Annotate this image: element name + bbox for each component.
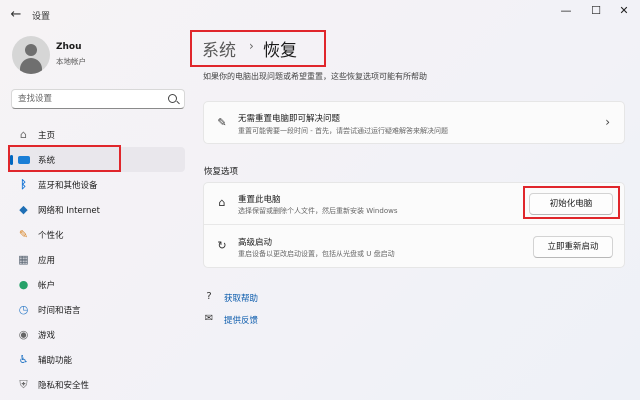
sidebar-item-privacy[interactable]: ⛨ 隐私和安全性 xyxy=(8,372,185,397)
advanced-startup-row: ↻ 高级启动 重启设备以更改启动设置，包括从光盘或 U 盘启动 立即重新启动 xyxy=(204,226,624,267)
search-icon[interactable] xyxy=(168,94,177,103)
avatar xyxy=(12,36,50,74)
avatar-head-shape xyxy=(25,44,37,56)
close-button[interactable]: ✕ xyxy=(612,4,636,18)
sidebar-nav: ⌂ 主页 系统 ᛒ 蓝牙和其他设备 ◆ 网络和 Internet ✎ 个性化 ▦… xyxy=(8,122,188,397)
reset-pc-row: ⌂ 重置此电脑 选择保留或删除个人文件，然后重新安装 Windows 初始化电脑 xyxy=(204,183,624,225)
give-feedback-link[interactable]: ✉ 提供反馈 xyxy=(203,310,363,332)
restart-icon: ↻ xyxy=(217,239,227,252)
card-subtitle: 重置可能需要一段时间 - 首先，请尝试通过运行疑难解答来解决问题 xyxy=(238,127,448,135)
page-title: 恢复 xyxy=(263,41,297,61)
sidebar-item-label: 时间和语言 xyxy=(38,306,81,316)
chevron-right-icon: › xyxy=(605,115,610,129)
option-subtitle: 重启设备以更改启动设置，包括从光盘或 U 盘启动 xyxy=(238,250,395,258)
sidebar-item-gaming[interactable]: ◉ 游戏 xyxy=(8,322,185,347)
brush-icon: ✎ xyxy=(18,228,29,241)
wrench-icon: ✎ xyxy=(217,116,227,129)
user-name: Zhou xyxy=(56,42,82,52)
option-title: 重置此电脑 xyxy=(238,195,281,205)
get-help-link[interactable]: ? 获取帮助 xyxy=(203,288,363,310)
sidebar-item-label: 应用 xyxy=(38,256,56,266)
sidebar-item-network[interactable]: ◆ 网络和 Internet xyxy=(8,197,185,222)
sidebar-item-label: 隐私和安全性 xyxy=(38,381,90,391)
sidebar-item-system[interactable]: 系统 xyxy=(8,147,185,172)
help-links: ? 获取帮助 ✉ 提供反馈 xyxy=(203,288,363,332)
accessibility-icon: ♿ xyxy=(18,353,29,366)
sidebar-item-bluetooth[interactable]: ᛒ 蓝牙和其他设备 xyxy=(8,172,185,197)
sidebar-item-label: 帐户 xyxy=(38,281,56,291)
sidebar-item-apps[interactable]: ▦ 应用 xyxy=(8,247,185,272)
network-icon: ◆ xyxy=(19,203,28,216)
app-title: 设置 xyxy=(32,12,51,22)
back-button[interactable]: ← xyxy=(6,6,26,24)
restart-now-button[interactable]: 立即重新启动 xyxy=(533,236,613,258)
shield-icon: ⛨ xyxy=(19,378,28,391)
option-subtitle: 选择保留或删除个人文件，然后重新安装 Windows xyxy=(238,207,398,215)
reset-pc-button[interactable]: 初始化电脑 xyxy=(529,193,613,215)
link-label[interactable]: 获取帮助 xyxy=(224,292,258,304)
user-profile[interactable]: Zhou 本地帐户 xyxy=(12,36,182,76)
chevron-right-icon: › xyxy=(249,39,254,53)
search-box[interactable] xyxy=(11,89,185,109)
search-input[interactable] xyxy=(18,92,168,106)
reset-pc-icon: ⌂ xyxy=(218,196,226,209)
bluetooth-icon: ᛒ xyxy=(20,178,27,191)
help-icon: ? xyxy=(206,291,212,302)
sidebar-item-accessibility[interactable]: ♿ 辅助功能 xyxy=(8,347,185,372)
sidebar-item-home[interactable]: ⌂ 主页 xyxy=(8,122,185,147)
breadcrumb-parent[interactable]: 系统 xyxy=(202,36,236,61)
card-title: 无需重置电脑即可解决问题 xyxy=(238,114,341,124)
account-icon: ● xyxy=(18,278,29,291)
feedback-icon: ✉ xyxy=(204,313,214,324)
apps-icon: ▦ xyxy=(18,253,29,266)
sidebar-item-label: 辅助功能 xyxy=(38,356,73,366)
page-description: 如果你的电脑出现问题或希望重置，这些恢复选项可能有所帮助 xyxy=(203,72,427,81)
globe-clock-icon: ◷ xyxy=(18,303,29,316)
home-icon: ⌂ xyxy=(20,128,27,141)
avatar-body-shape xyxy=(20,58,42,74)
sidebar-item-label: 个性化 xyxy=(38,231,64,241)
title-bar: ← 设置 — ☐ ✕ xyxy=(0,0,640,30)
gamepad-icon: ◉ xyxy=(18,328,29,341)
active-indicator xyxy=(10,155,13,165)
sidebar-item-personalization[interactable]: ✎ 个性化 xyxy=(8,222,185,247)
settings-window: ← 设置 — ☐ ✕ Zhou 本地帐户 ⌂ 主页 系统 ᛒ 蓝牙和其他设备 xyxy=(0,0,640,400)
troubleshoot-card[interactable]: ✎ 无需重置电脑即可解决问题 重置可能需要一段时间 - 首先，请尝试通过运行疑难… xyxy=(203,101,625,144)
sidebar-item-label: 蓝牙和其他设备 xyxy=(38,181,98,191)
account-type: 本地帐户 xyxy=(56,57,86,66)
minimize-button[interactable]: — xyxy=(554,4,578,18)
recovery-options-group: ⌂ 重置此电脑 选择保留或删除个人文件，然后重新安装 Windows 初始化电脑… xyxy=(203,182,625,268)
option-title: 高级启动 xyxy=(238,238,273,248)
sidebar-item-label: 游戏 xyxy=(38,331,56,341)
sidebar-item-label: 网络和 Internet xyxy=(38,206,100,216)
section-heading: 恢复选项 xyxy=(204,167,239,177)
sidebar-item-label: 系统 xyxy=(38,156,56,166)
sidebar-item-accounts[interactable]: ● 帐户 xyxy=(8,272,185,297)
maximize-button[interactable]: ☐ xyxy=(584,4,608,18)
sidebar-item-time-language[interactable]: ◷ 时间和语言 xyxy=(8,297,185,322)
system-icon xyxy=(18,156,30,164)
sidebar-item-label: 主页 xyxy=(38,131,56,141)
link-label[interactable]: 提供反馈 xyxy=(224,314,258,326)
